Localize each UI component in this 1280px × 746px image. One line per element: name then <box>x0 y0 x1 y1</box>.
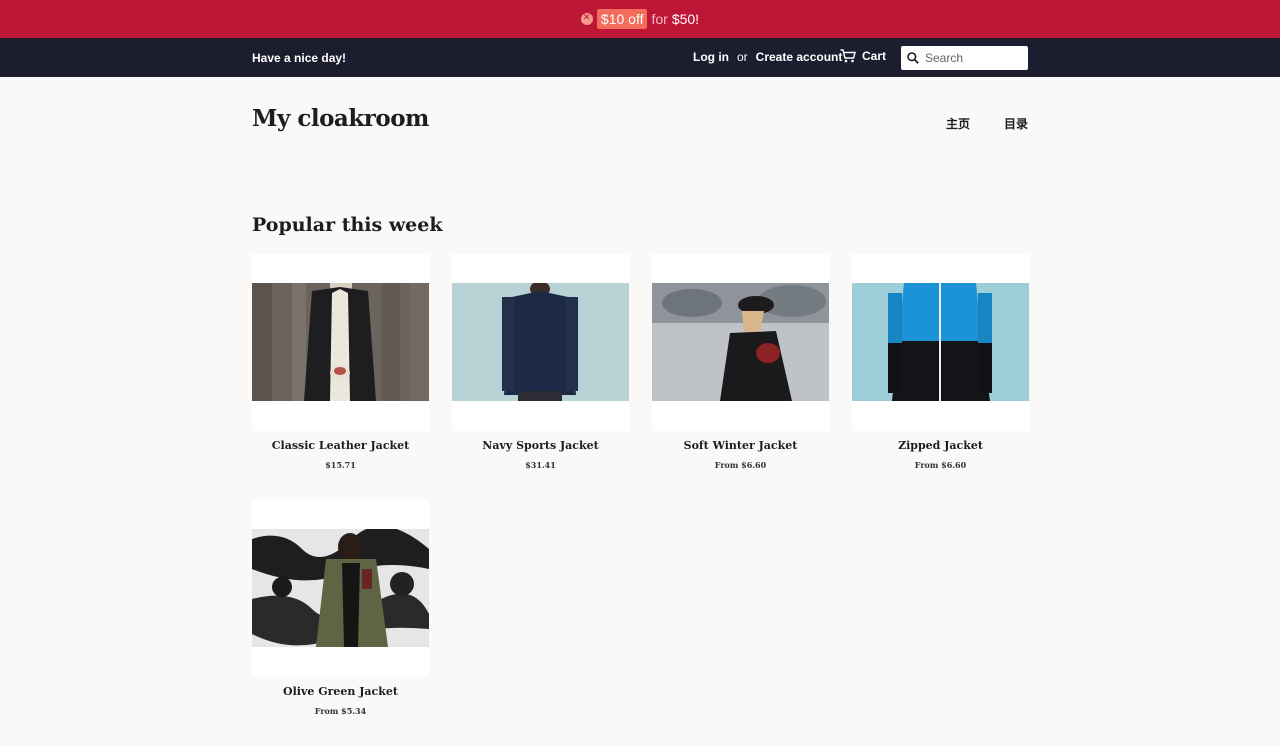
login-link[interactable]: Log in <box>693 50 729 64</box>
product-card[interactable]: Zipped Jacket From $6.60 <box>852 254 1029 500</box>
product-image-frame[interactable] <box>452 254 629 431</box>
product-name[interactable]: Olive Green Jacket <box>252 685 429 698</box>
product-name[interactable]: Classic Leather Jacket <box>252 439 429 452</box>
cart-link[interactable]: Cart <box>840 49 886 63</box>
create-account-link[interactable]: Create account <box>756 50 843 64</box>
top-bar: Have a nice day! Log in or Create accoun… <box>0 38 1280 77</box>
promo-for-text: for <box>651 11 668 27</box>
product-price: From $6.60 <box>914 460 967 470</box>
nav-catalog[interactable]: 目录 <box>1004 115 1028 132</box>
product-image-frame[interactable] <box>252 254 429 431</box>
product-image-frame[interactable] <box>652 254 829 431</box>
product-image-frame[interactable] <box>852 254 1029 431</box>
product-price: From $5.34 <box>314 706 367 716</box>
discount-icon <box>580 12 593 25</box>
product-name[interactable]: Navy Sports Jacket <box>452 439 629 452</box>
promo-amount: $50! <box>671 11 700 27</box>
main-nav: 主页 目录 <box>946 115 1028 132</box>
section-title: Popular this week <box>252 214 443 236</box>
nav-home[interactable]: 主页 <box>946 115 970 132</box>
promo-banner[interactable]: $10 off for $50! <box>0 0 1280 38</box>
product-image-frame[interactable] <box>252 500 429 677</box>
product-price: $31.41 <box>525 460 556 470</box>
product-name[interactable]: Zipped Jacket <box>852 439 1029 452</box>
product-name[interactable]: Soft Winter Jacket <box>652 439 829 452</box>
or-text: or <box>737 50 748 64</box>
site-header: My cloakroom 主页 目录 <box>0 77 1280 197</box>
site-logo[interactable]: My cloakroom <box>252 105 429 132</box>
product-image-winter-jacket[interactable] <box>652 283 829 401</box>
product-price: $15.71 <box>325 460 356 470</box>
product-image-zipped-jacket[interactable] <box>852 283 1029 401</box>
search-box[interactable] <box>901 46 1028 70</box>
product-image-leather-jacket[interactable] <box>252 283 429 401</box>
account-links: Log in or Create account <box>693 50 842 64</box>
cart-label: Cart <box>862 49 887 63</box>
product-card[interactable]: Soft Winter Jacket From $6.60 <box>652 254 829 500</box>
product-card[interactable]: Navy Sports Jacket $31.41 <box>452 254 629 500</box>
product-card[interactable]: Olive Green Jacket From $5.34 <box>252 500 429 746</box>
product-grid: Classic Leather Jacket $15.71 Navy Sport… <box>252 254 1029 746</box>
product-image-olive-jacket[interactable] <box>252 529 429 647</box>
search-input[interactable] <box>925 51 1021 65</box>
product-image-navy-jacket[interactable] <box>452 283 629 401</box>
cart-icon <box>840 49 856 63</box>
greeting-text: Have a nice day! <box>252 51 347 65</box>
product-price: From $6.60 <box>714 460 767 470</box>
product-card[interactable]: Classic Leather Jacket $15.71 <box>252 254 429 500</box>
promo-discount: $10 off <box>596 9 648 29</box>
search-icon[interactable] <box>907 52 919 64</box>
